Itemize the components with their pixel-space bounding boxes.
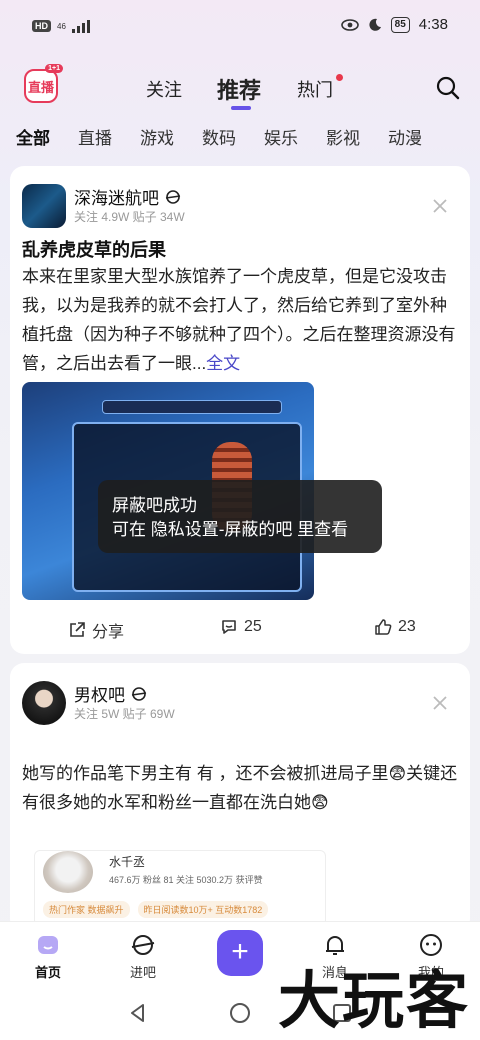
tab-follow[interactable]: 关注: [146, 76, 182, 102]
thumbs-up-icon: [375, 619, 392, 635]
notification-dot: [336, 74, 343, 81]
signal-icon: [71, 19, 90, 33]
profile-tag: 热门作家 数据飙升: [43, 901, 130, 918]
forum-name[interactable]: 深海迷航吧: [74, 184, 159, 209]
share-button[interactable]: 分享: [68, 618, 124, 642]
network-indicators: HD 46: [32, 19, 90, 33]
moon-icon: [369, 18, 381, 31]
comment-button[interactable]: 25: [220, 618, 262, 636]
forum-avatar[interactable]: [22, 681, 66, 725]
toast-message: 屏蔽吧成功 可在 隐私设置-屏蔽的吧 里查看: [98, 480, 382, 553]
category-film[interactable]: 影视: [326, 124, 360, 149]
create-post-button[interactable]: +: [217, 930, 263, 976]
category-entertainment[interactable]: 娱乐: [264, 124, 298, 149]
read-more-link[interactable]: 全文: [206, 354, 240, 373]
forum-stats: 关注 5W 贴子 69W: [74, 707, 175, 721]
watermark-logo: 大玩客: [277, 964, 470, 1037]
post-title[interactable]: 乱养虎皮草的后果: [22, 236, 166, 262]
forum-name-row[interactable]: 深海迷航吧: [74, 184, 181, 209]
game-screenshot-toolbar: [102, 400, 282, 414]
post-card[interactable]: 深海迷航吧 关注 4.9W 贴子 34W 乱养虎皮草的后果 本来在里家里大型水族…: [10, 166, 470, 654]
status-bar: HD 46 85 4:38: [0, 0, 480, 54]
like-button[interactable]: 23: [374, 618, 416, 636]
home-icon: [38, 936, 58, 954]
profile-stats: 467.6万 粉丝 81 关注 5030.2万 获评赞: [109, 875, 263, 885]
nav-home-label: 首页: [34, 965, 61, 980]
quoted-profile-image[interactable]: 水千丞 467.6万 粉丝 81 关注 5030.2万 获评赞 热门作家 数据飙…: [34, 850, 326, 926]
nav-forums[interactable]: 进吧: [113, 932, 173, 981]
clock: 4:38: [418, 16, 448, 33]
profile-tags: 热门作家 数据飙升 昨日阅读数10万+ 互动数1782: [43, 901, 269, 918]
planet-icon: [165, 189, 181, 204]
share-label: 分享: [92, 624, 125, 641]
comment-count: 25: [244, 618, 262, 635]
forum-stats: 关注 4.9W 贴子 34W: [74, 210, 185, 224]
profile-avatar: [43, 851, 93, 893]
logo-text: 直播: [27, 79, 54, 95]
forum-name[interactable]: 男权吧: [74, 681, 125, 706]
eye-icon: [340, 18, 359, 31]
live-logo-button[interactable]: 直播 1+1: [24, 64, 63, 103]
category-digital[interactable]: 数码: [202, 124, 236, 149]
logo-badge: 1+1: [45, 64, 63, 73]
profile-name: 水千丞: [109, 855, 146, 869]
nav-forums-label: 进吧: [129, 965, 156, 980]
forum-name-row[interactable]: 男权吧: [74, 681, 147, 706]
post-actions: 分享 25 23: [10, 614, 470, 642]
post-card[interactable]: 男权吧 关注 5W 贴子 69W 她写的作品笔下男主有 有 ，还不会被抓进局子里…: [10, 663, 470, 933]
category-live[interactable]: 直播: [78, 124, 112, 149]
comment-icon: [222, 620, 236, 634]
category-all[interactable]: 全部: [16, 124, 50, 149]
battery-icon: 85: [390, 16, 410, 33]
home-circle-icon[interactable]: [228, 1001, 252, 1025]
top-nav: 直播 1+1 关注 推荐 热门: [0, 64, 480, 114]
planet-icon: [131, 686, 147, 701]
post-body[interactable]: 本来在里家里大型水族馆养了一个虎皮草，但是它没攻击我，以为是我养的就不会打人了，…: [22, 262, 458, 378]
toast-line-2: 可在 隐私设置-屏蔽的吧 里查看: [112, 520, 349, 539]
search-icon[interactable]: [436, 76, 460, 100]
active-tab-indicator: [231, 106, 251, 110]
tab-hot[interactable]: 热门: [297, 76, 333, 102]
post-body[interactable]: 她写的作品笔下男主有 有 ，还不会被抓进局子里😨关键还有很多她的水军和粉丝一直都…: [22, 759, 458, 817]
toast-line-1: 屏蔽吧成功: [112, 496, 197, 515]
category-bar: 全部 直播 游戏 数码 娱乐 影视 动漫: [0, 124, 480, 150]
hd-badge: HD: [32, 20, 51, 32]
close-icon[interactable]: [432, 198, 448, 214]
nav-home[interactable]: 首页: [18, 932, 78, 981]
profile-tag: 昨日阅读数10万+ 互动数1782: [137, 901, 269, 918]
forum-avatar[interactable]: [22, 184, 66, 228]
category-games[interactable]: 游戏: [140, 124, 174, 149]
back-icon[interactable]: [126, 1001, 150, 1025]
share-icon: [70, 622, 85, 637]
close-icon[interactable]: [432, 695, 448, 711]
like-count: 23: [398, 618, 416, 635]
status-right: 85 4:38: [340, 16, 448, 33]
network-type: 46: [57, 21, 66, 31]
category-anime[interactable]: 动漫: [388, 124, 422, 149]
tab-recommend[interactable]: 推荐: [217, 73, 261, 105]
planet-icon: [131, 935, 155, 955]
